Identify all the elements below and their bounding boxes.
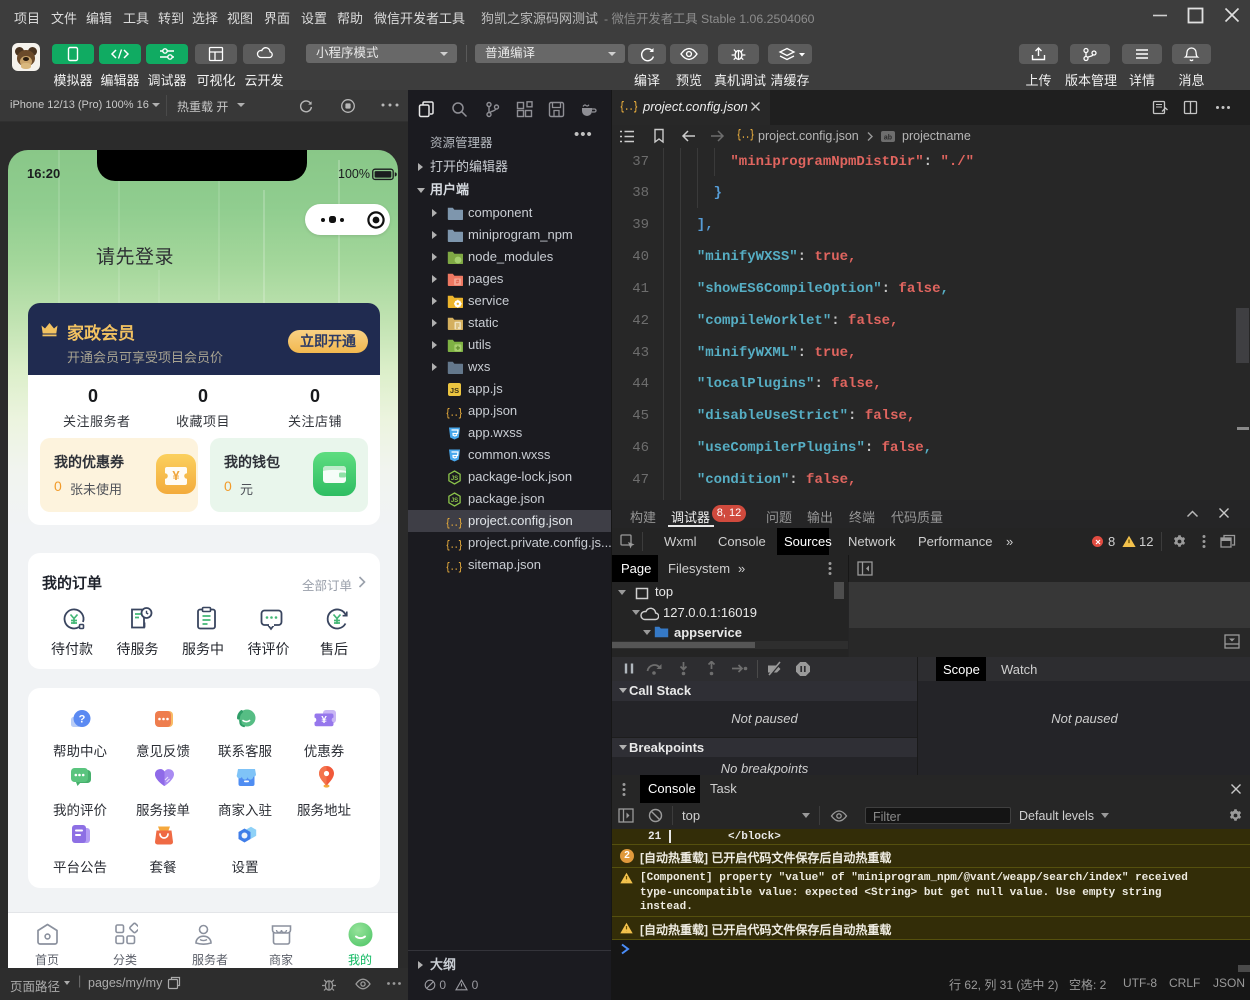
svg-text:?: ? — [79, 714, 86, 726]
svg-text:ab: ab — [884, 135, 892, 142]
svg-text:JS: JS — [451, 476, 458, 482]
svg-text:JS: JS — [450, 386, 459, 395]
svg-text:¥: ¥ — [321, 715, 327, 726]
svg-text:#: # — [456, 280, 459, 286]
svg-text:JS: JS — [451, 498, 458, 504]
svg-text:¥: ¥ — [172, 468, 180, 483]
